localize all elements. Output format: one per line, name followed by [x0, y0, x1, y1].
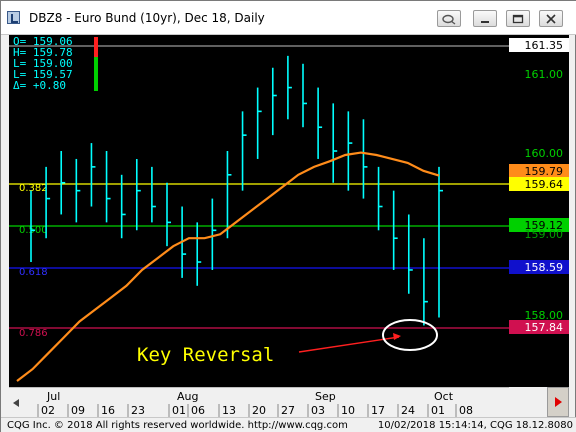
- axis-day-label: 23: [131, 404, 145, 417]
- price-bar: [392, 190, 398, 270]
- change-bar-red: [94, 37, 98, 57]
- axis-day-label: 16: [101, 404, 115, 417]
- axis-day-label: 13: [222, 404, 236, 417]
- price-bar: [377, 166, 383, 231]
- scroll-left-icon: [13, 399, 19, 407]
- scroll-left-button[interactable]: [9, 387, 23, 417]
- fib-786-label: 0.786: [19, 328, 48, 339]
- price-bars: [30, 55, 443, 326]
- price-bar: [196, 222, 202, 286]
- axis-day-label: 06: [191, 404, 205, 417]
- price-bar: [211, 198, 217, 270]
- axis-day-label: 09: [71, 404, 85, 417]
- price-bar: [332, 103, 338, 183]
- reversal-circle: [382, 319, 438, 351]
- axis-day-label: 10: [341, 404, 355, 417]
- pin-button[interactable]: [437, 10, 461, 27]
- price-bar: [45, 166, 51, 239]
- axis-day-label: 01: [431, 404, 445, 417]
- title-bar[interactable]: DBZ8 - Euro Bund (10yr), Dec 18, Daily: [1, 1, 576, 35]
- status-copyright: CQG Inc. © 2018 All rights reserved worl…: [7, 420, 348, 431]
- price-bar: [151, 166, 156, 223]
- status-bar: CQG Inc. © 2018 All rights reserved worl…: [1, 417, 576, 432]
- fib-618-price-text: 158.59: [525, 261, 564, 274]
- key-reversal-label: Key Reversal: [137, 344, 274, 366]
- month-oct: Oct: [434, 390, 454, 403]
- ohlc-delta: Δ= +0.80: [13, 79, 66, 92]
- price-bar: [105, 151, 111, 223]
- maximize-button[interactable]: [506, 10, 530, 27]
- ohlc-readout: O= 159.06 H= 159.78 L= 159.00 L= 159.57 …: [13, 35, 73, 92]
- fib-786-price-text: 157.84: [525, 321, 564, 334]
- app-chart-icon: [7, 11, 20, 24]
- maximize-icon: [512, 14, 524, 23]
- axis-days: 02 09 16 23 01 06 13 20 27 03 10 17 24 01 08: [37, 404, 473, 417]
- axis-day-label: 02: [41, 404, 55, 417]
- price-bar: [287, 55, 292, 120]
- fib-382-label: 0.382: [19, 183, 48, 194]
- close-button[interactable]: [539, 10, 563, 27]
- top-price-text: 161.35: [525, 39, 564, 52]
- axis-day-label: 01: [172, 404, 186, 417]
- annotation-arrowhead: [393, 333, 401, 340]
- time-axis[interactable]: Jul Aug Sep Oct 02 09 16 23 01 06 13 20 27 03 10 17…: [9, 387, 509, 417]
- price-scale-bg: [509, 35, 569, 387]
- axis-months: Jul Aug Sep Oct: [46, 390, 454, 403]
- close-icon: [546, 13, 556, 24]
- chart-window: DBZ8 - Euro Bund (10yr), Dec 18, Daily 0…: [0, 0, 576, 432]
- axis-day-label: 17: [371, 404, 385, 417]
- status-timestamp: 10/02/2018 15:14:14, CQG 18.12.8080: [377, 420, 573, 431]
- price-bar: [317, 87, 323, 159]
- price-bar: [423, 238, 428, 326]
- tick-159: 159.00: [525, 228, 564, 241]
- price-bar: [241, 111, 247, 191]
- scroll-right-icon: [555, 397, 562, 407]
- change-bar-green: [94, 57, 98, 91]
- axis-day-label: 20: [252, 404, 266, 417]
- price-chart[interactable]: 0.382 0.500 0.618 0.786 O= 159.06 H= 159…: [9, 35, 569, 387]
- price-bar: [271, 67, 277, 136]
- price-bar: [135, 158, 141, 231]
- pin-icon: [442, 14, 456, 25]
- axis-day-label: 08: [459, 404, 473, 417]
- minimize-button[interactable]: [473, 10, 497, 27]
- month-aug: Aug: [177, 390, 198, 403]
- price-bar: [256, 87, 262, 159]
- scroll-right-button[interactable]: [547, 387, 569, 417]
- month-jul: Jul: [46, 390, 60, 403]
- ma-price-text: 159.79: [525, 165, 564, 178]
- axis-day-label: 03: [311, 404, 325, 417]
- tick-160: 160.00: [525, 147, 564, 160]
- month-sep: Sep: [315, 390, 336, 403]
- tick-161: 161.00: [525, 68, 564, 81]
- fib-618-label: 0.618: [19, 267, 48, 278]
- price-bar: [302, 63, 307, 128]
- price-bar: [362, 119, 368, 199]
- axis-day-label: 24: [401, 404, 415, 417]
- price-bar: [90, 143, 96, 207]
- axis-day-label: 27: [281, 404, 295, 417]
- price-bar: [60, 151, 66, 215]
- price-bar: [75, 158, 81, 223]
- chart-canvas[interactable]: 0.382 0.500 0.618 0.786 O= 159.06 H= 159…: [9, 35, 569, 387]
- price-bar: [347, 111, 353, 191]
- price-bar: [166, 182, 171, 247]
- fib-382-price-text: 159.64: [525, 178, 564, 191]
- price-bar: [438, 166, 443, 318]
- time-axis-canvas: Jul Aug Sep Oct 02 09 16 23 01 06 13 20 27 03 10 17…: [37, 390, 473, 417]
- window-title: DBZ8 - Euro Bund (10yr), Dec 18, Daily: [29, 11, 265, 25]
- minimize-icon: [481, 20, 489, 23]
